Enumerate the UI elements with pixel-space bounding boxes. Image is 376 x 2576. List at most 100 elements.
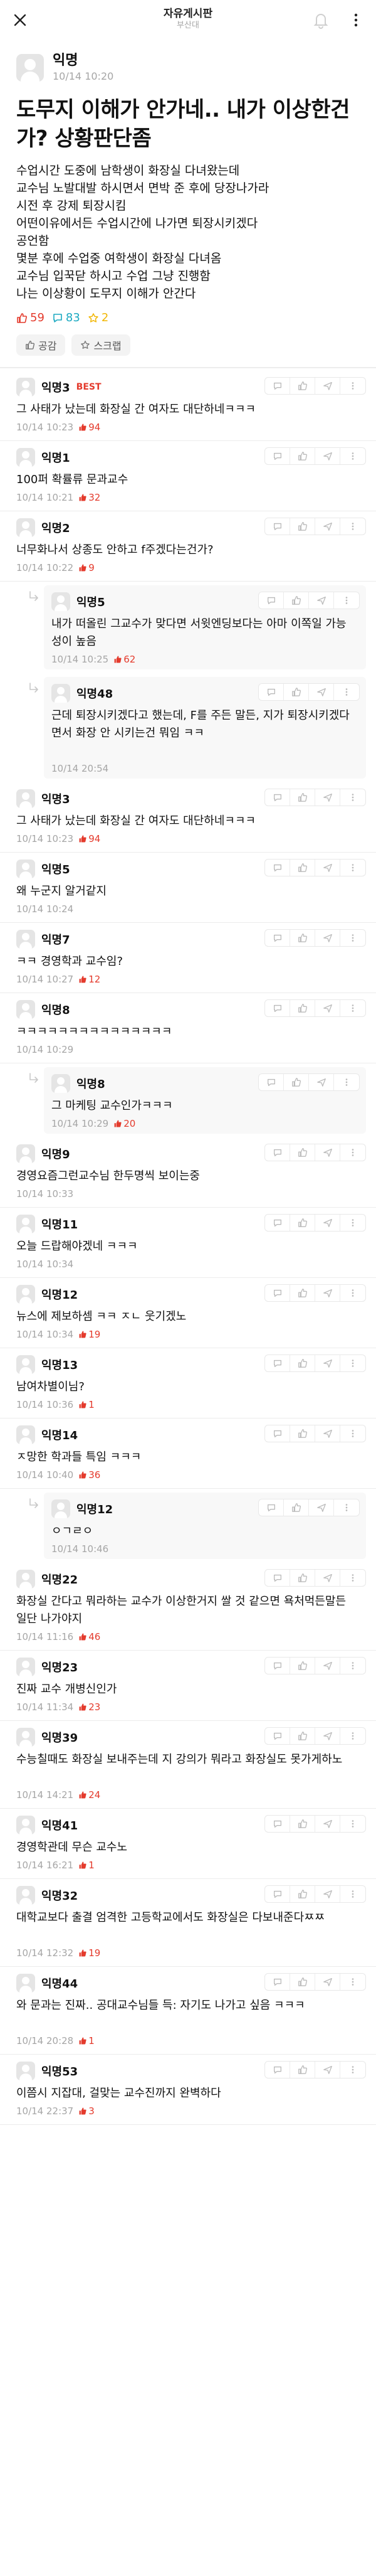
message-button[interactable]	[315, 1570, 340, 1586]
comment-button[interactable]	[265, 1974, 290, 1990]
comment-button[interactable]	[265, 1816, 290, 1832]
like-comment-button[interactable]	[290, 1285, 315, 1301]
message-button[interactable]	[315, 1974, 340, 1990]
more-comment-button[interactable]	[340, 2062, 365, 2078]
more-comment-button[interactable]	[340, 1000, 365, 1016]
avatar	[16, 1570, 35, 1589]
like-comment-button[interactable]	[290, 1425, 315, 1442]
message-button[interactable]	[309, 1074, 334, 1090]
like-comment-button[interactable]	[290, 1000, 315, 1016]
more-comment-button[interactable]	[340, 1285, 365, 1301]
message-button[interactable]	[315, 2062, 340, 2078]
comment-icon	[267, 688, 275, 696]
scrap-button[interactable]: 스크랩	[71, 334, 130, 356]
message-button[interactable]	[315, 518, 340, 535]
like-comment-button[interactable]	[284, 1499, 309, 1516]
comment-button[interactable]	[259, 1499, 284, 1516]
like-comment-button[interactable]	[290, 1658, 315, 1674]
message-button[interactable]	[315, 1886, 340, 1902]
like-comment-button[interactable]	[290, 2062, 315, 2078]
message-button[interactable]	[315, 1658, 340, 1674]
like-comment-button[interactable]	[290, 518, 315, 535]
message-button[interactable]	[315, 1285, 340, 1301]
like-comment-button[interactable]	[290, 448, 315, 464]
comment-button[interactable]	[265, 518, 290, 535]
more-options-button[interactable]	[345, 9, 367, 31]
message-button[interactable]	[315, 448, 340, 464]
comment-button[interactable]	[265, 860, 290, 876]
more-comment-button[interactable]	[340, 1215, 365, 1231]
notification-button[interactable]	[310, 9, 332, 31]
message-button[interactable]	[309, 592, 334, 609]
comment-button[interactable]	[265, 1570, 290, 1586]
more-comment-button[interactable]	[340, 1974, 365, 1990]
comment-button[interactable]	[265, 448, 290, 464]
like-comment-button[interactable]	[290, 1144, 315, 1161]
more-comment-button[interactable]	[334, 1074, 359, 1090]
comment-button[interactable]	[265, 1355, 290, 1371]
more-comment-button[interactable]	[340, 448, 365, 464]
comment-button[interactable]	[265, 1000, 290, 1016]
more-comment-button[interactable]	[340, 1425, 365, 1442]
comment-button[interactable]	[265, 789, 290, 806]
like-comment-button[interactable]	[290, 1816, 315, 1832]
comment-button[interactable]	[265, 1285, 290, 1301]
message-button[interactable]	[315, 1816, 340, 1832]
more-comment-button[interactable]	[340, 518, 365, 535]
comment-button[interactable]	[265, 1658, 290, 1674]
like-comment-button[interactable]	[284, 1074, 309, 1090]
comment-button[interactable]	[265, 1215, 290, 1231]
comment-button[interactable]	[265, 1728, 290, 1744]
more-comment-button[interactable]	[340, 1728, 365, 1744]
like-comment-button[interactable]	[290, 1570, 315, 1586]
like-comment-button[interactable]	[284, 592, 309, 609]
comment-button[interactable]	[259, 1074, 284, 1090]
message-button[interactable]	[309, 684, 334, 700]
message-button[interactable]	[315, 860, 340, 876]
message-button[interactable]	[315, 789, 340, 806]
like-comment-button[interactable]	[290, 1974, 315, 1990]
like-comment-button[interactable]	[290, 930, 315, 946]
comment-button[interactable]	[265, 2062, 290, 2078]
comment-button[interactable]	[265, 1144, 290, 1161]
like-comment-button[interactable]	[290, 1886, 315, 1902]
comment-text: 오늘 드랍해야겠네 ㅋㅋㅋ	[16, 1240, 138, 1253]
like-comment-button[interactable]	[290, 1728, 315, 1744]
more-comment-button[interactable]	[340, 860, 365, 876]
message-button[interactable]	[315, 1215, 340, 1231]
like-comment-button[interactable]	[290, 1355, 315, 1371]
more-comment-button[interactable]	[340, 1355, 365, 1371]
more-comment-button[interactable]	[340, 930, 365, 946]
more-comment-button[interactable]	[334, 592, 359, 609]
like-comment-button[interactable]	[290, 1215, 315, 1231]
message-button[interactable]	[315, 1144, 340, 1161]
message-button[interactable]	[309, 1499, 334, 1516]
like-comment-button[interactable]	[290, 789, 315, 806]
comment-button[interactable]	[265, 378, 290, 394]
message-button[interactable]	[315, 1425, 340, 1442]
like-comment-button[interactable]	[290, 378, 315, 394]
more-comment-button[interactable]	[340, 378, 365, 394]
more-comment-button[interactable]	[340, 789, 365, 806]
comment-button[interactable]	[265, 930, 290, 946]
more-comment-button[interactable]	[340, 1658, 365, 1674]
message-button[interactable]	[315, 1728, 340, 1744]
like-button[interactable]: 공감	[16, 334, 66, 356]
like-comment-button[interactable]	[290, 860, 315, 876]
message-button[interactable]	[315, 930, 340, 946]
more-comment-button[interactable]	[334, 684, 359, 700]
message-button[interactable]	[315, 378, 340, 394]
like-comment-button[interactable]	[284, 684, 309, 700]
more-comment-button[interactable]	[340, 1816, 365, 1832]
comment-button[interactable]	[265, 1886, 290, 1902]
more-comment-button[interactable]	[340, 1886, 365, 1902]
more-comment-button[interactable]	[334, 1499, 359, 1516]
comment-button[interactable]	[259, 684, 284, 700]
comment-button[interactable]	[265, 1425, 290, 1442]
more-comment-button[interactable]	[340, 1570, 365, 1586]
message-button[interactable]	[315, 1000, 340, 1016]
comment-header: 익명13	[16, 1355, 78, 1375]
comment-button[interactable]	[259, 592, 284, 609]
message-button[interactable]	[315, 1355, 340, 1371]
more-comment-button[interactable]	[340, 1144, 365, 1161]
